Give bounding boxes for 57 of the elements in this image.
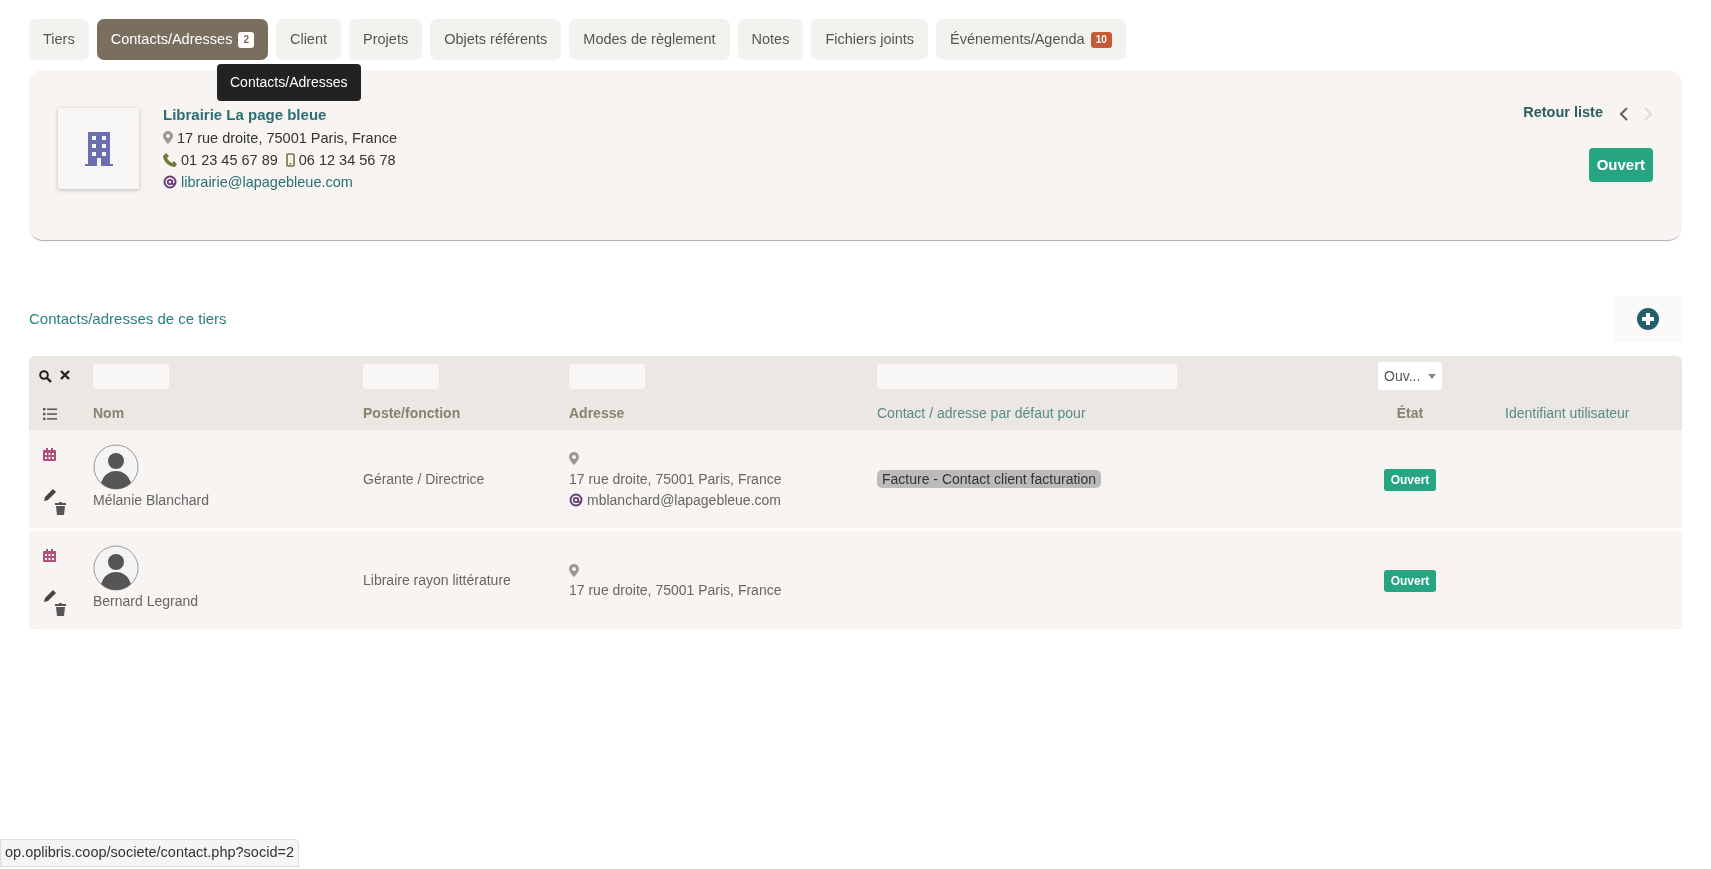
count-badge: 2 [238,31,254,48]
role-tag: Facture - Contact client facturation [877,469,1101,488]
map-pin-icon [569,452,579,466]
tab[interactable]: Objets référents [430,19,562,60]
mobile-phone-icon [285,152,295,167]
phone-number: 01 23 45 67 89 [181,150,278,170]
list-icon[interactable] [43,407,57,420]
calendar-icon[interactable] [43,549,56,563]
status-badge: Ouvert [1383,569,1437,592]
email-link[interactable]: librairie@lapagebleue.com [181,170,353,193]
status-badge: Ouvert [1383,468,1437,491]
address-text: 17 rue droite, 75001 Paris, France [569,581,783,600]
calendar-icon[interactable] [43,448,56,462]
avatar [93,544,139,591]
clear-icon[interactable] [60,369,70,380]
building-icon [84,131,113,166]
status-badge: Ouvert [1588,147,1653,183]
previous-icon[interactable] [1619,106,1628,121]
edit-icon[interactable] [43,489,56,503]
status-filter-select[interactable]: Ouv... [1378,362,1442,390]
delete-icon[interactable] [55,502,66,516]
tab[interactable]: Modes de règlement [569,19,730,60]
add-button[interactable] [1614,296,1682,342]
back-to-list-link[interactable]: Retour liste [1523,102,1603,124]
tab[interactable]: Client [275,19,342,60]
mobile-number: 06 12 34 56 78 [298,150,396,170]
add-icon [1636,307,1660,331]
contact-name: Mélanie Blanchard [93,490,210,510]
section-title: Contacts/adresses de ce tiers [29,308,227,329]
count-badge: 10 [1090,31,1112,48]
job-title: Gérante / Directrice [363,470,485,487]
tooltip: Contacts/Adresses [217,64,361,101]
tab[interactable]: Projets [349,19,423,60]
column-header: Identifiant utilisateur [1505,404,1630,421]
avatar [93,443,139,490]
map-pin-icon [569,563,579,577]
caret-icon [1428,373,1436,379]
search-icon[interactable] [39,369,52,383]
tab[interactable]: Notes [737,19,804,60]
company-name-link[interactable]: Librairie La page bleue [163,106,327,123]
email-text: mblanchard@lapagebleue.com [587,490,781,510]
edit-icon[interactable] [43,590,56,604]
delete-icon[interactable] [55,603,66,617]
address-text: 17 rue droite, 75001 Paris, France [177,128,398,148]
tab[interactable]: Tiers [29,19,89,60]
tab[interactable]: Événements/Agenda 10 [936,19,1126,60]
tab[interactable]: Fichiers joints [811,19,929,60]
tab[interactable]: Contacts/Adresses 2 [96,19,268,60]
contact-name: Bernard Legrand [93,591,200,611]
column-header: Contact / adresse par défaut pour [877,404,1086,421]
email-icon [163,174,177,189]
email-icon [569,493,583,507]
map-pin-icon [163,131,173,144]
job-title: Libraire rayon littérature [363,571,511,588]
status-bar-url: op.oplibris.coop/societe/contact.php?socid=2 [0,839,299,867]
address-text: 17 rue droite, 75001 Paris, France [569,469,783,489]
phone-icon [163,152,177,167]
